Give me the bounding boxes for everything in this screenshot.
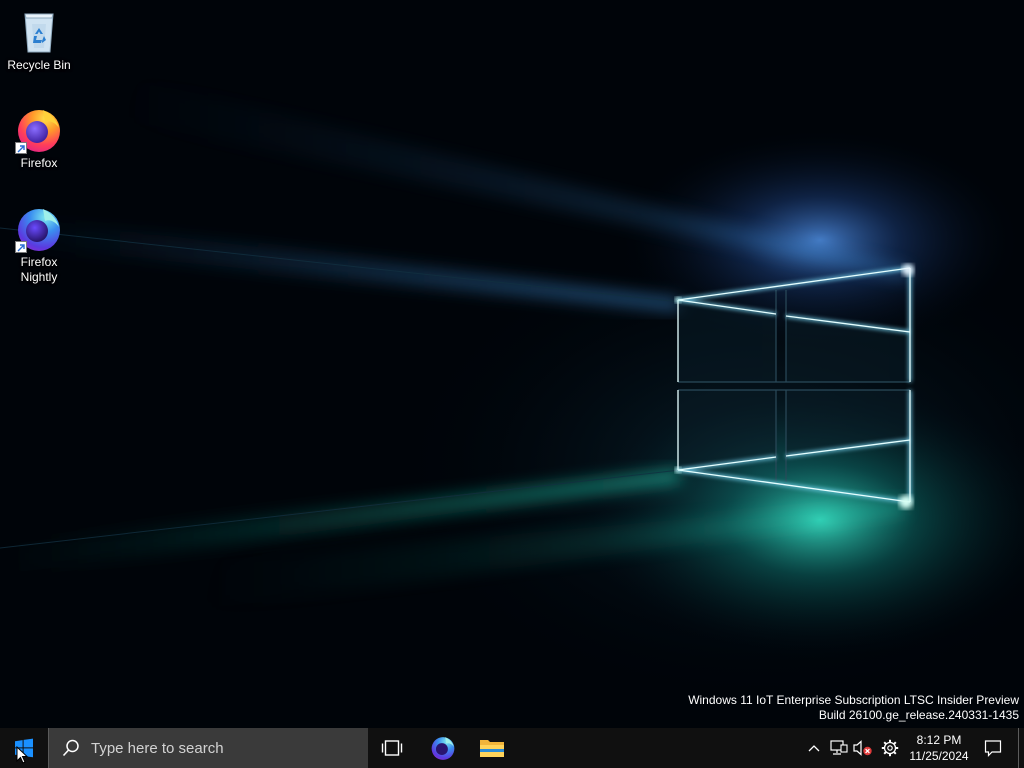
desktop-icon-label: Firefox Nightly	[20, 255, 58, 284]
shortcut-arrow-icon	[15, 241, 27, 253]
notification-icon	[984, 740, 1002, 757]
task-view-icon	[381, 740, 403, 756]
show-desktop-button[interactable]	[1018, 728, 1024, 768]
chevron-up-icon	[808, 745, 820, 752]
desktop[interactable]: Recycle Bin Firefox Firefox Nightly Wind…	[0, 0, 1024, 728]
taskbar-file-explorer[interactable]	[468, 728, 516, 768]
start-button[interactable]	[0, 728, 48, 768]
search-placeholder: Type here to search	[91, 739, 224, 757]
wallpaper	[0, 0, 1024, 728]
network-button[interactable]	[828, 728, 850, 768]
shortcut-arrow-icon	[15, 142, 27, 154]
taskbar-clock[interactable]: 8:12 PM 11/25/2024	[904, 728, 974, 768]
desktop-icon-firefox-nightly[interactable]: Firefox Nightly	[1, 205, 77, 285]
volume-button[interactable]	[852, 728, 874, 768]
desktop-icon-recycle-bin[interactable]: Recycle Bin	[1, 8, 77, 73]
notification-center-button[interactable]	[976, 728, 1010, 768]
clock-date: 11/25/2024	[909, 749, 969, 763]
recycle-bin-icon	[15, 8, 63, 56]
desktop-icon-firefox[interactable]: Firefox	[1, 106, 77, 171]
desktop-icon-label: Recycle Bin	[7, 58, 71, 72]
watermark-build: Build 26100.ge_release.240331-1435	[818, 708, 1019, 722]
settings-tray-button[interactable]	[878, 728, 902, 768]
tray-overflow-button[interactable]	[804, 728, 824, 768]
firefox-nightly-icon	[15, 205, 63, 253]
firefox-icon	[15, 106, 63, 154]
task-view-button[interactable]	[368, 728, 416, 768]
taskbar-firefox-nightly[interactable]	[418, 728, 468, 768]
taskbar: Type here to search 8:12 PM 11/25/2024	[0, 728, 1024, 768]
clock-time: 8:12 PM	[916, 733, 962, 747]
firefox-nightly-icon	[431, 737, 455, 760]
gear-icon	[881, 739, 899, 757]
taskbar-search-box[interactable]: Type here to search	[48, 728, 368, 768]
search-icon	[62, 739, 79, 757]
mouse-cursor-icon	[16, 746, 28, 764]
windows-build-watermark: Windows 11 IoT Enterprise Subscription L…	[688, 693, 1019, 723]
watermark-edition: Windows 11 IoT Enterprise Subscription L…	[688, 693, 1019, 707]
desktop-icon-label: Firefox	[20, 156, 58, 170]
volume-muted-icon	[853, 740, 872, 756]
file-explorer-icon	[480, 740, 504, 757]
network-icon	[830, 740, 848, 755]
